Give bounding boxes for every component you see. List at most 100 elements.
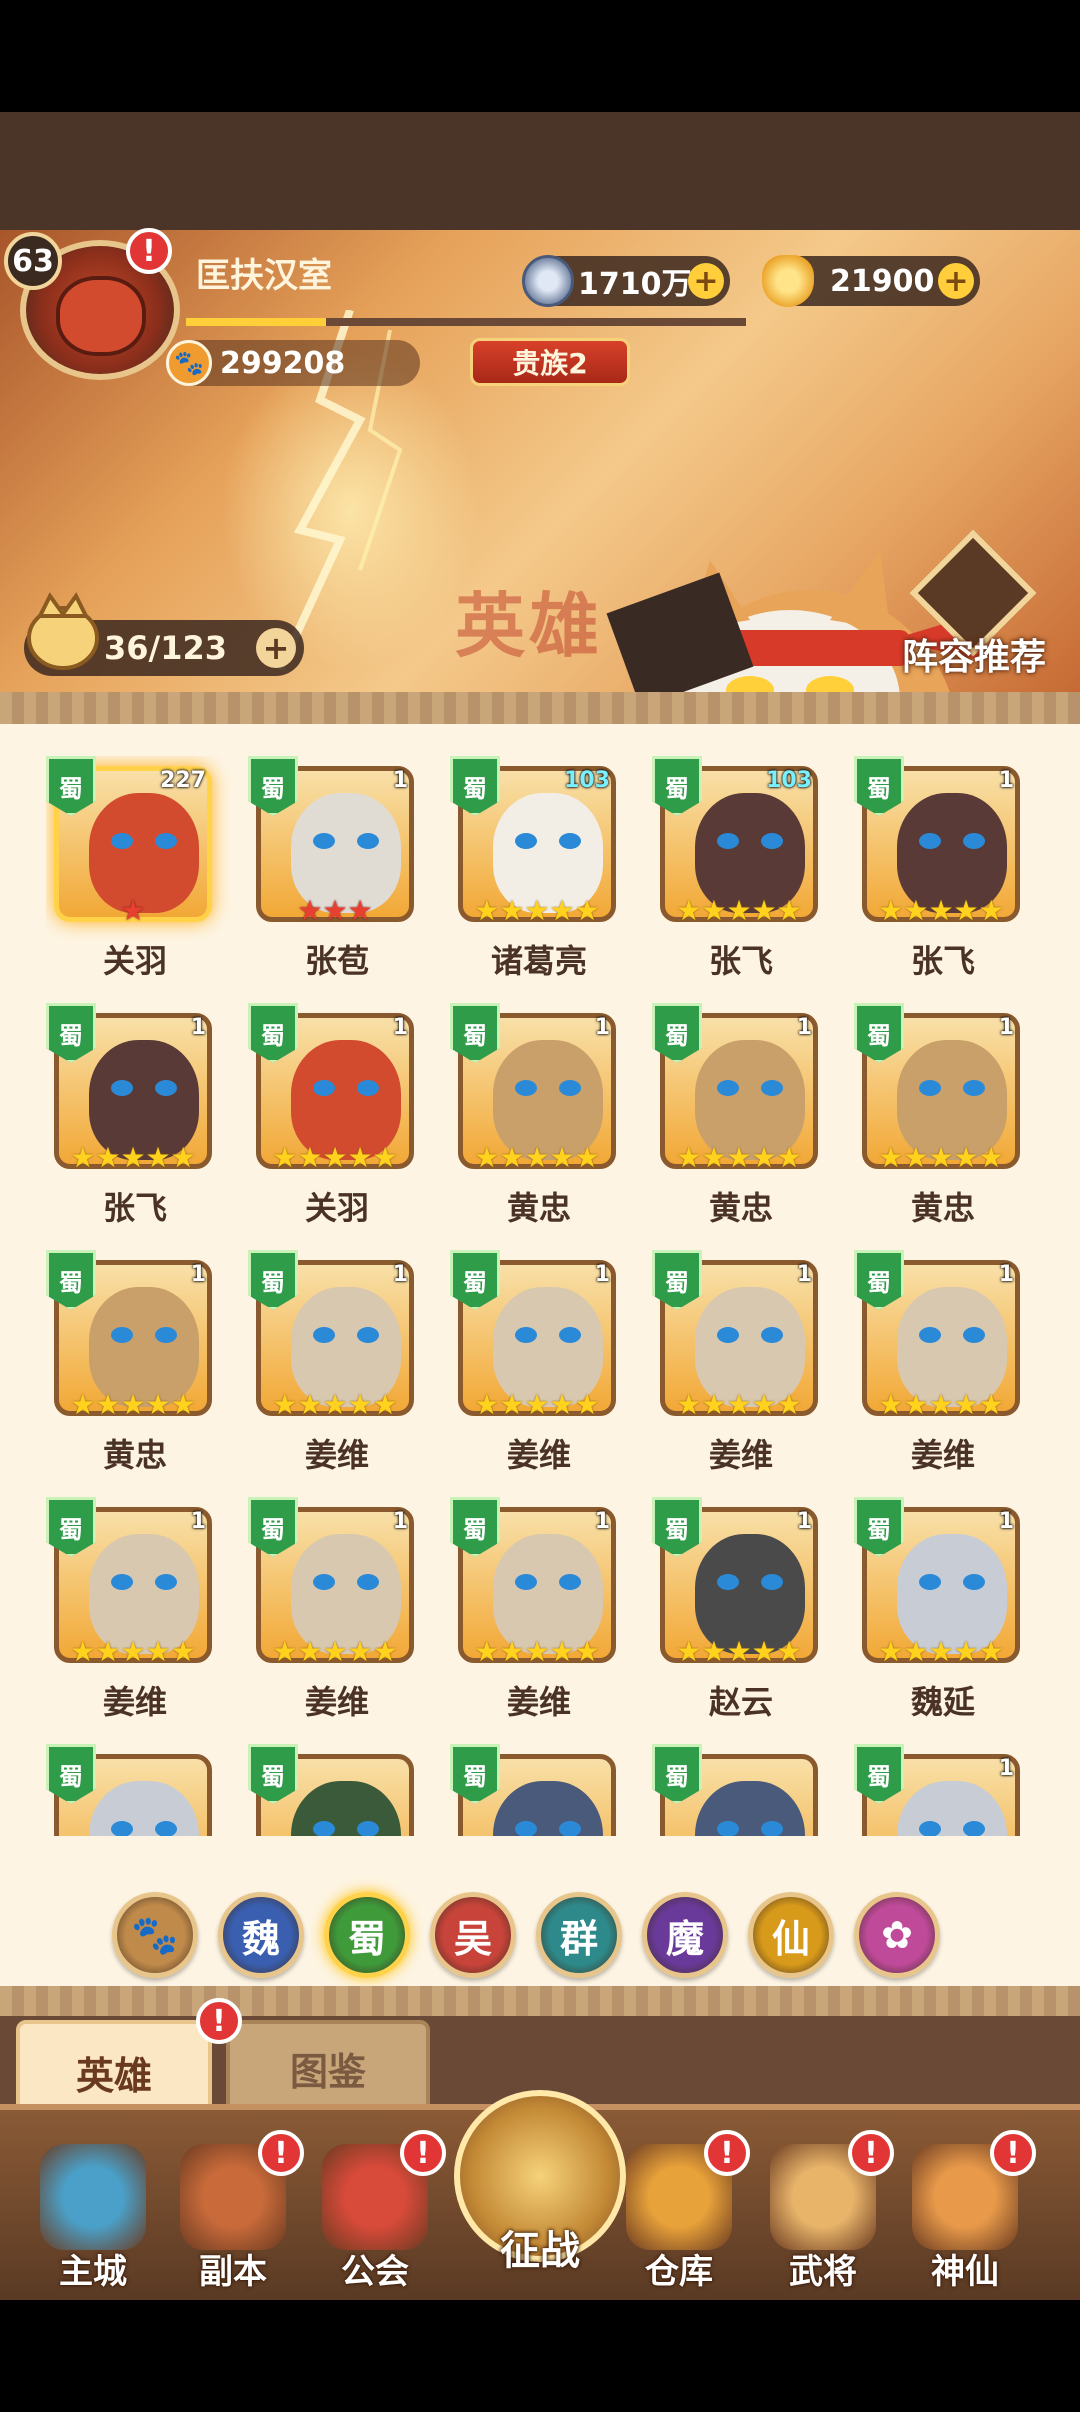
star-icon: ★ [878, 1635, 904, 1668]
tab-codex[interactable]: 图鉴 [226, 2020, 430, 2116]
nav-item-flag[interactable]: 公会! [310, 2130, 446, 2304]
hero-card[interactable]: 蜀 1 ★ ★ ★ ★ ★ 姜维 [450, 1250, 618, 1480]
faction-filter-paw-icon[interactable]: 🐾 [112, 1892, 198, 1978]
star-icon: ★ [372, 1388, 398, 1421]
hero-grid[interactable]: 蜀 227 ★ 关羽蜀 1 ★ ★ ★ 张苞蜀 103 ★ ★ ★ ★ ★ 诸葛亮蜀 103 ★ ★ ★ ★ ★ 张飞蜀 1 ★… [46, 756, 1036, 1836]
hero-eye [313, 1821, 335, 1836]
hero-card[interactable]: 蜀 1 ★ ★ ★ ★ ★ 魏延 [854, 1497, 1022, 1727]
hero-card[interactable]: 蜀 [46, 1744, 214, 1836]
nav-item-cat-immortal[interactable]: 神仙! [900, 2130, 1036, 2304]
hero-eye [963, 1080, 985, 1096]
nav-item-bag[interactable]: 仓库! [614, 2130, 750, 2304]
hero-stars: ★ ★ ★ ★ ★ [660, 1390, 818, 1420]
star-icon: ★ [928, 894, 954, 927]
faction-filter-3[interactable]: 吴 [430, 1892, 516, 1978]
hero-eye [155, 1080, 177, 1096]
collection-plus-button[interactable]: + [256, 628, 296, 668]
hero-card[interactable]: 蜀 1 ★ ★ ★ ★ ★ 姜维 [46, 1497, 214, 1727]
hero-level: 1 [190, 1262, 206, 1287]
star-icon: ★ [549, 1388, 575, 1421]
faction-filter-6[interactable]: 仙 [748, 1892, 834, 1978]
hero-eye [919, 1574, 941, 1590]
nav-label: 主城 [59, 2252, 127, 2292]
ingot-counter[interactable]: 21900 + [762, 255, 980, 307]
nav-alert-badge: ! [400, 2130, 446, 2176]
hero-card[interactable]: 蜀 1 ★ ★ ★ ★ ★ 黄忠 [652, 1003, 820, 1233]
hero-card[interactable]: 蜀 1 ★ ★ ★ ★ ★ 关羽 [248, 1003, 416, 1233]
hero-card[interactable]: 蜀 103 ★ ★ ★ ★ ★ 诸葛亮 [450, 756, 618, 986]
hero-card[interactable]: 蜀 1 ★ ★ ★ ★ ★ 张飞 [854, 756, 1022, 986]
paw-icon: 🐾 [166, 340, 212, 386]
nav-item-cat-general[interactable]: 武将! [758, 2130, 894, 2304]
hero-card[interactable]: 蜀 1 ★ ★ ★ ★ ★ 黄忠 [46, 1250, 214, 1480]
hero-name: 张飞 [708, 942, 773, 980]
nav-item-campaign[interactable]: 征战 [454, 2090, 626, 2298]
star-icon: ★ [372, 1635, 398, 1668]
hero-card[interactable]: 蜀 1 ★ ★ ★ ★ ★ 姜维 [854, 1250, 1022, 1480]
nav-item-sword[interactable]: 副本! [168, 2130, 304, 2304]
hero-stars: ★ ★ ★ ★ ★ [862, 896, 1020, 926]
hero-card[interactable]: 蜀 1 ★ ★ ★ 张苞 [248, 756, 416, 986]
faction-filter-4[interactable]: 群 [536, 1892, 622, 1978]
hero-name: 张飞 [910, 942, 975, 980]
exp-bar [186, 318, 746, 326]
hero-card[interactable]: 蜀 1 ★ ★ ★ ★ ★ 姜维 [450, 1497, 618, 1727]
hero-card[interactable]: 蜀 [248, 1744, 416, 1836]
star-icon: ★ [474, 1141, 500, 1174]
hero-card[interactable]: 蜀 1 ★ ★ ★ ★ ★ 姜维 [248, 1250, 416, 1480]
hero-level: 1 [998, 1262, 1014, 1287]
hero-card[interactable]: 蜀 1 ★ ★ ★ ★ ★ 张飞 [46, 1003, 214, 1233]
star-icon: ★ [726, 1635, 752, 1668]
faction-filter-fairy-icon[interactable]: ✿ [854, 1892, 940, 1978]
hero-eye [111, 1574, 133, 1590]
hero-stars: ★ [54, 896, 212, 926]
star-icon: ★ [95, 1388, 121, 1421]
hero-eye [111, 1821, 133, 1836]
star-icon: ★ [676, 894, 702, 927]
star-icon: ★ [701, 1635, 727, 1668]
hero-eye [313, 1080, 335, 1096]
hero-eye [761, 1821, 783, 1836]
hero-stars: ★ ★ ★ ★ ★ [660, 1143, 818, 1173]
system-nav-bar [0, 2300, 1080, 2412]
hero-card[interactable]: 蜀 1 ★ ★ ★ ★ ★ 赵云 [652, 1497, 820, 1727]
hero-collection-counter[interactable]: 36/123 + [24, 592, 304, 676]
star-icon: ★ [170, 1141, 196, 1174]
hero-card[interactable]: 蜀 [450, 1744, 618, 1836]
star-icon: ★ [474, 1635, 500, 1668]
hero-card[interactable]: 蜀 227 ★ 关羽 [46, 756, 214, 986]
star-icon: ★ [474, 1388, 500, 1421]
hero-card[interactable]: 蜀 1 ★ ★ ★ ★ ★ 黄忠 [450, 1003, 618, 1233]
hero-eye [919, 1821, 941, 1836]
star-icon: ★ [524, 1635, 550, 1668]
noble-rank-badge[interactable]: 贵族2 [470, 338, 630, 386]
hero-card[interactable]: 蜀 1 ★ ★ ★ ★ ★ 黄忠 [854, 1003, 1022, 1233]
hero-card[interactable]: 蜀 1 ★ ★ ★ ★ ★ 姜维 [652, 1250, 820, 1480]
lineup-recommend-button[interactable]: 阵容推荐 [890, 529, 1050, 688]
hero-card[interactable]: 蜀 103 ★ ★ ★ ★ ★ 张飞 [652, 756, 820, 986]
faction-filter-2[interactable]: 蜀 [324, 1892, 410, 1978]
hero-eye [559, 1080, 581, 1096]
star-icon: ★ [676, 1635, 702, 1668]
ingot-plus-button[interactable]: + [938, 263, 974, 299]
faction-filter-1[interactable]: 魏 [218, 1892, 304, 1978]
star-icon: ★ [751, 894, 777, 927]
hero-eye [515, 1821, 537, 1836]
star-icon: ★ [953, 1141, 979, 1174]
star-icon: ★ [776, 1388, 802, 1421]
coin-counter[interactable]: 1710万 + [522, 255, 730, 307]
star-icon: ★ [272, 1635, 298, 1668]
hero-card[interactable]: 蜀1 [854, 1744, 1022, 1836]
faction-filter-5[interactable]: 魔 [642, 1892, 728, 1978]
hero-eye [515, 1574, 537, 1590]
hero-eye [761, 1327, 783, 1343]
hero-card[interactable]: 蜀 [652, 1744, 820, 1836]
coin-plus-button[interactable]: + [688, 263, 724, 299]
coin-amount: 1710万 [578, 267, 692, 302]
nav-item-castle[interactable]: 主城 [28, 2144, 158, 2304]
hero-stars: ★ ★ ★ ★ ★ [256, 1390, 414, 1420]
star-icon: ★ [524, 894, 550, 927]
hero-eye [761, 1080, 783, 1096]
nav-alert-badge: ! [258, 2130, 304, 2176]
hero-card[interactable]: 蜀 1 ★ ★ ★ ★ ★ 姜维 [248, 1497, 416, 1727]
